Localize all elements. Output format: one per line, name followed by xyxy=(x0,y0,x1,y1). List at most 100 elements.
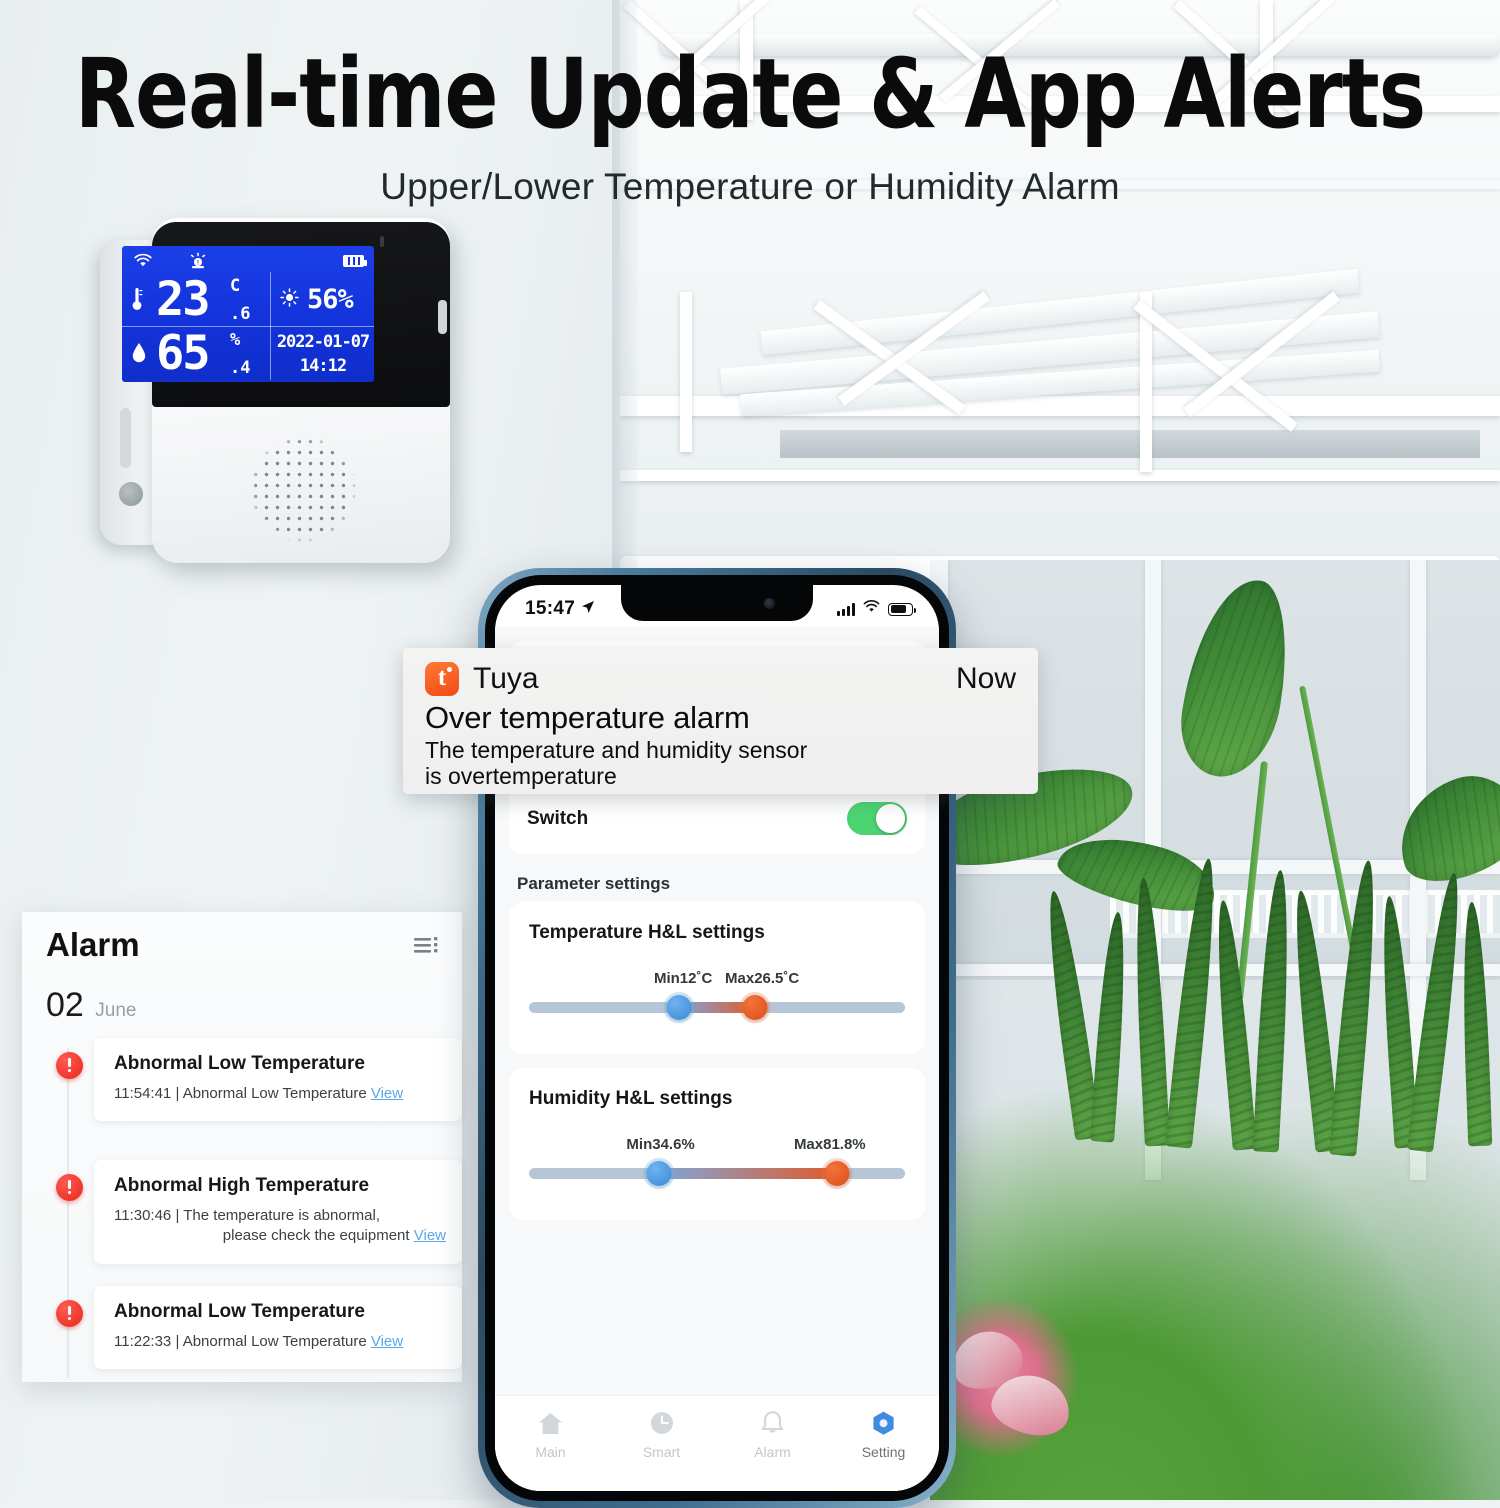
gear-hexagon-icon xyxy=(828,1408,939,1438)
alarm-item-message: Abnormal Low Temperature xyxy=(182,1085,367,1102)
page-subtitle: Upper/Lower Temperature or Humidity Alar… xyxy=(380,165,1120,207)
lcd-temp-decimal: .6 xyxy=(230,304,251,324)
alarm-item-meta: 11:54:41 | Abnormal Low Temperature View xyxy=(114,1084,446,1104)
thermometer-icon xyxy=(130,286,144,317)
device-lcd-display: ! 23 C .6 65 % .4 56% 2022-01-07 14:12 xyxy=(122,246,374,382)
alarm-card[interactable]: Abnormal Low Temperature 11:54:41 | Abno… xyxy=(94,1038,462,1122)
svg-text:!: ! xyxy=(197,261,199,267)
temperature-slider-title: Temperature H&L settings xyxy=(529,922,765,943)
device-slot xyxy=(120,408,131,468)
bottom-tab-bar: Main Smart Alarm Setting xyxy=(495,1395,939,1491)
status-bar-time-group: 15:47 xyxy=(525,598,595,620)
humidity-min-knob[interactable] xyxy=(643,1158,675,1189)
device-side-button[interactable] xyxy=(438,300,447,334)
push-notification-banner[interactable]: t Tuya Now Over temperature alarm The te… xyxy=(403,648,1038,794)
notification-body: The temperature and humidity sensor is o… xyxy=(425,737,1016,790)
tab-label: Smart xyxy=(642,1444,681,1460)
toggle-knob xyxy=(876,804,905,833)
temperature-min-label: Min12˚C xyxy=(653,970,713,987)
temperature-humidity-sensor-device: ! 23 C .6 65 % .4 56% 2022-01-07 14:12 xyxy=(100,218,450,563)
temperature-slider-labels: Min12˚C Max26.5˚C xyxy=(529,970,905,990)
alarm-list-panel: Alarm 02 June Abnormal Low Temperature 1… xyxy=(22,912,462,1382)
sun-icon xyxy=(280,287,299,312)
tuya-app-icon: t xyxy=(425,662,459,696)
lcd-time: 14:12 xyxy=(299,356,347,376)
lcd-status-row: ! xyxy=(122,248,374,272)
lcd-temp-unit: C xyxy=(230,276,241,296)
alarm-item-meta: 11:22:33 | Abnormal Low Temperature View xyxy=(114,1332,446,1352)
alert-badge-icon xyxy=(56,1299,83,1327)
wifi-icon xyxy=(134,253,152,273)
alarm-list-item[interactable]: Abnormal Low Temperature 11:54:41 | Abno… xyxy=(46,1038,462,1138)
alert-badge-icon xyxy=(56,1174,83,1201)
front-camera-icon xyxy=(764,598,775,609)
lcd-brightness-value: 56% xyxy=(307,284,354,315)
bell-icon xyxy=(717,1408,828,1438)
alarm-view-link[interactable]: View xyxy=(371,1085,403,1102)
switch-toggle[interactable] xyxy=(847,802,907,835)
notification-timestamp: Now xyxy=(955,662,1016,695)
temperature-range-slider[interactable]: Min12˚C Max26.5˚C xyxy=(529,970,905,1028)
humidity-min-label: Min34.6% xyxy=(626,1136,695,1153)
notification-app-name: Tuya xyxy=(473,662,539,695)
tab-setting[interactable]: Setting xyxy=(828,1408,939,1460)
alarm-view-link[interactable]: View xyxy=(371,1333,403,1350)
lcd-humidity-unit: % xyxy=(230,330,241,350)
settings-row-label: Switch xyxy=(527,807,589,829)
clock-icon xyxy=(606,1408,717,1438)
device-port xyxy=(119,482,143,506)
lcd-temp-number: 23 xyxy=(156,272,211,327)
humidity-max-knob[interactable] xyxy=(821,1158,853,1189)
alarm-item-meta: 11:30:46 | The temperature is abnormal, … xyxy=(114,1206,446,1247)
alarm-date-month: June xyxy=(95,1000,137,1021)
temperature-slider-track[interactable] xyxy=(529,1002,905,1013)
filter-list-icon[interactable] xyxy=(414,936,440,956)
location-arrow-icon xyxy=(581,598,595,620)
headline-block: Real-time Update & App Alerts Upper/Lowe… xyxy=(0,38,1500,208)
humidity-slider-labels: Min34.6% Max81.8% xyxy=(529,1136,905,1156)
alarm-item-time: 11:22:33 xyxy=(114,1332,172,1350)
lcd-humidity-value: 65 % .4 xyxy=(156,330,250,377)
alarm-list-item[interactable]: Abnormal High Temperature 11:30:46 | The… xyxy=(46,1160,462,1264)
humidity-hl-card: Humidity H&L settings Min34.6% Max81.8% xyxy=(509,1068,925,1220)
status-bar-time: 15:47 xyxy=(525,598,576,619)
alarm-item-time: 11:30:46 xyxy=(114,1207,172,1224)
temperature-min-knob[interactable] xyxy=(663,992,695,1023)
alarm-panel-title: Alarm xyxy=(46,926,140,963)
lcd-divider-vertical xyxy=(270,272,271,380)
alarm-item-title: Abnormal Low Temperature xyxy=(114,1300,365,1322)
notification-body-line2: is overtemperature xyxy=(425,762,617,789)
battery-icon xyxy=(343,255,367,267)
home-icon xyxy=(495,1408,606,1438)
tab-alarm[interactable]: Alarm xyxy=(717,1408,828,1460)
lcd-humidity-number: 65 xyxy=(156,326,211,381)
alarm-card[interactable]: Abnormal High Temperature 11:30:46 | The… xyxy=(94,1160,462,1264)
tab-label: Main xyxy=(535,1444,566,1460)
lcd-humidity-decimal: .4 xyxy=(230,358,251,378)
water-drop-icon xyxy=(131,342,147,369)
alarm-view-link[interactable]: View xyxy=(414,1227,446,1244)
alarm-item-title: Abnormal Low Temperature xyxy=(114,1053,365,1074)
humidity-max-label: Max81.8% xyxy=(793,1136,866,1153)
alarm-item-title: Abnormal High Temperature xyxy=(114,1175,370,1196)
device-microphone xyxy=(380,236,384,247)
cellular-signal-icon xyxy=(837,602,855,616)
notification-body-line1: The temperature and humidity sensor xyxy=(425,737,808,763)
temperature-max-label: Max26.5˚C xyxy=(725,970,800,987)
alarm-item-message: Abnormal Low Temperature xyxy=(182,1332,367,1350)
alarm-list-item[interactable]: Abnormal Low Temperature 11:22:33 | Abno… xyxy=(46,1285,462,1386)
alarm-card[interactable]: Abnormal Low Temperature 11:22:33 | Abno… xyxy=(94,1285,462,1369)
alarm-panel-header: Alarm xyxy=(22,912,462,986)
tab-main[interactable]: Main xyxy=(495,1408,606,1460)
alarm-item-time: 11:54:41 xyxy=(114,1085,172,1102)
humidity-slider-active-range xyxy=(659,1168,837,1179)
parameter-settings-label: Parameter settings xyxy=(517,874,671,893)
page-title: Real-time Update & App Alerts xyxy=(74,38,1426,150)
tab-smart[interactable]: Smart xyxy=(606,1408,717,1460)
temperature-max-knob[interactable] xyxy=(739,992,771,1023)
status-bar-indicators xyxy=(837,600,917,618)
tab-label: Setting xyxy=(861,1444,906,1460)
humidity-range-slider[interactable]: Min34.6% Max81.8% xyxy=(529,1136,905,1194)
phone-notch xyxy=(621,585,813,621)
humidity-slider-title: Humidity H&L settings xyxy=(529,1088,733,1109)
